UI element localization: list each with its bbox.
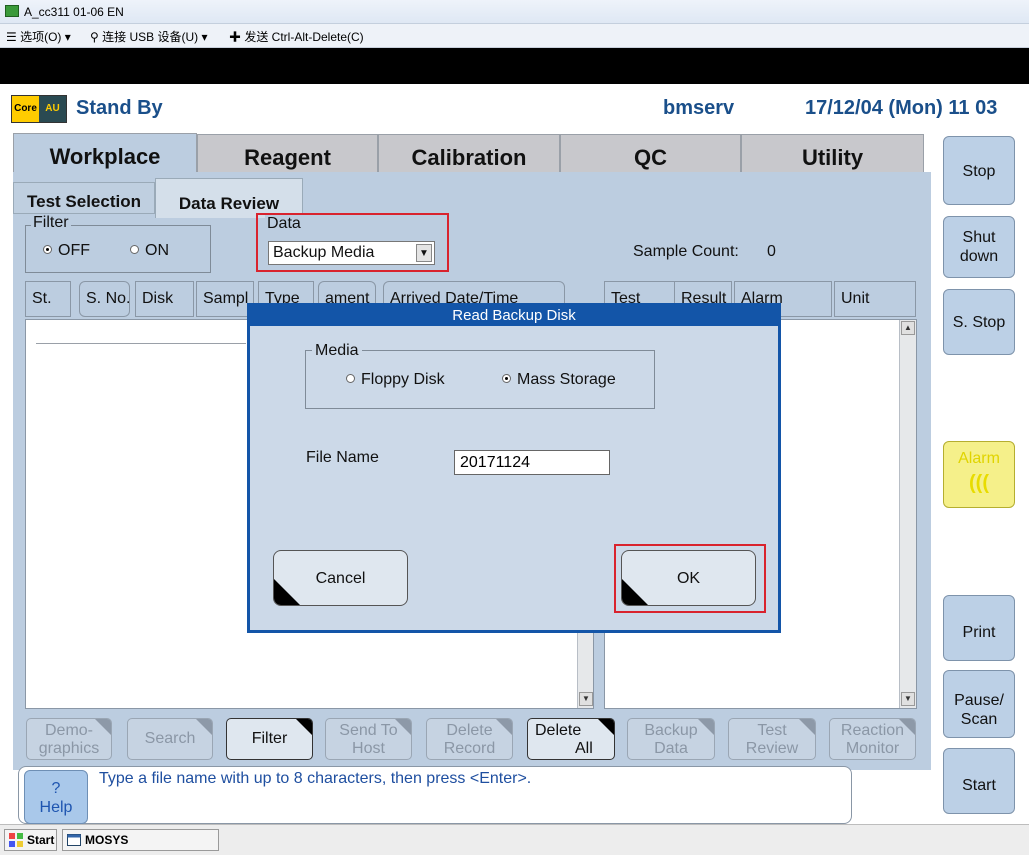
window-title: A_cc311 01-06 EN bbox=[24, 5, 124, 19]
alarm-button[interactable]: Alarm ((( bbox=[943, 441, 1015, 508]
reaction-monitor-button[interactable]: Reaction Monitor bbox=[829, 718, 916, 760]
floppy-dot bbox=[346, 374, 355, 383]
list-divider bbox=[36, 343, 246, 344]
backup-data-button[interactable]: Backup Data bbox=[627, 718, 715, 760]
windows-icon bbox=[9, 833, 23, 847]
help-label: Help bbox=[39, 799, 73, 816]
col-sno[interactable]: S. No. bbox=[79, 281, 130, 317]
highlight-data-select bbox=[256, 213, 449, 272]
pause-line2: Scan bbox=[960, 711, 998, 728]
delete-record-button[interactable]: Delete Record bbox=[426, 718, 513, 760]
taskbar-app-mosys[interactable]: MOSYS bbox=[62, 829, 219, 851]
floppy-disk-radio[interactable]: Floppy Disk bbox=[346, 371, 445, 389]
tab-calibration[interactable]: Calibration bbox=[378, 134, 560, 172]
shutdown-line2: down bbox=[959, 248, 999, 265]
tab-utility[interactable]: Utility bbox=[741, 134, 924, 172]
send-host-line2: Host bbox=[352, 740, 385, 757]
subtab-data-review[interactable]: Data Review bbox=[155, 178, 303, 218]
demographics-line2: graphics bbox=[38, 740, 100, 757]
filter-off-label: OFF bbox=[58, 242, 90, 259]
menu-send-cad[interactable]: ✚ 发送 Ctrl-Alt-Delete(C) bbox=[229, 28, 364, 45]
subtab-test-selection[interactable]: Test Selection bbox=[13, 182, 155, 214]
test-review-line2: Review bbox=[745, 740, 799, 757]
floppy-label: Floppy Disk bbox=[361, 371, 445, 388]
shutdown-line1: Shut bbox=[962, 229, 996, 246]
filter-button-label: Filter bbox=[251, 730, 288, 747]
pause-line1: Pause/ bbox=[954, 692, 1004, 709]
delete-record-line2: Record bbox=[443, 740, 496, 757]
filter-label: Filter bbox=[31, 214, 71, 232]
scroll-up-icon[interactable]: ▲ bbox=[901, 321, 915, 335]
search-label: Search bbox=[144, 730, 196, 747]
app-icon bbox=[5, 5, 19, 17]
alarm-label: Alarm bbox=[958, 450, 1000, 467]
reaction-monitor-line2: Monitor bbox=[845, 740, 900, 757]
start-label: Start bbox=[27, 833, 55, 847]
filter-button[interactable]: Filter bbox=[226, 718, 313, 760]
shutdown-button[interactable]: Shut down bbox=[943, 216, 1015, 278]
taskbar-app-label: MOSYS bbox=[85, 833, 129, 847]
pause-scan-button[interactable]: Pause/Scan bbox=[943, 670, 1015, 738]
black-band bbox=[0, 48, 1029, 84]
help-button[interactable]: ? Help bbox=[24, 770, 88, 824]
window-titlebar: A_cc311 01-06 EN bbox=[0, 0, 1029, 24]
sample-count-label: Sample Count: bbox=[633, 243, 739, 260]
print-button[interactable]: Print bbox=[943, 595, 1015, 661]
logo-left: Core bbox=[12, 96, 39, 122]
col-unit[interactable]: Unit bbox=[834, 281, 916, 317]
dialog-title: Read Backup Disk bbox=[250, 306, 778, 326]
window-icon bbox=[67, 834, 81, 846]
sample-count-value: 0 bbox=[767, 243, 776, 260]
col-st[interactable]: St. bbox=[25, 281, 71, 317]
media-label: Media bbox=[312, 342, 362, 360]
help-icon: ? bbox=[51, 780, 61, 797]
scroll-down-icon[interactable]: ▼ bbox=[579, 692, 593, 706]
cancel-label: Cancel bbox=[315, 570, 366, 587]
filter-on-radio[interactable]: ON bbox=[130, 242, 169, 260]
taskbar: Start MOSYS bbox=[0, 824, 1029, 855]
result-list-scrollbar[interactable]: ▲ ▼ bbox=[899, 320, 916, 708]
mass-dot bbox=[502, 374, 511, 383]
menu-usb[interactable]: ⚲ 连接 USB 设备(U) ▾ bbox=[90, 28, 208, 45]
file-name-label: File Name bbox=[306, 449, 379, 466]
filter-on-label: ON bbox=[145, 242, 169, 259]
col-sample[interactable]: Sampl bbox=[196, 281, 254, 317]
filter-off-radio[interactable]: OFF bbox=[43, 242, 90, 260]
start-button[interactable]: Start bbox=[943, 748, 1015, 814]
highlight-ok-button bbox=[614, 544, 766, 613]
menu-options-label: 选项(O) bbox=[20, 30, 62, 44]
test-review-button[interactable]: Test Review bbox=[728, 718, 816, 760]
menu-usb-label: 连接 USB 设备(U) bbox=[102, 30, 199, 44]
file-name-input[interactable] bbox=[454, 450, 610, 475]
logo: Core AU bbox=[11, 95, 67, 123]
menu-options[interactable]: ☰ 选项(O) ▾ bbox=[6, 28, 71, 45]
delete-all-line2: All bbox=[575, 740, 593, 757]
user-label: bmserv bbox=[663, 97, 735, 119]
tab-qc[interactable]: QC bbox=[560, 134, 741, 172]
send-to-host-button[interactable]: Send To Host bbox=[325, 718, 412, 760]
col-disk[interactable]: Disk bbox=[135, 281, 194, 317]
mass-label: Mass Storage bbox=[517, 371, 616, 388]
start-menu-button[interactable]: Start bbox=[4, 829, 57, 851]
filter-off-dot bbox=[43, 245, 52, 254]
backup-data-line2: Data bbox=[654, 740, 688, 757]
filter-on-dot bbox=[130, 245, 139, 254]
status-label: Stand By bbox=[76, 97, 163, 119]
sstop-button[interactable]: S. Stop bbox=[943, 289, 1015, 355]
stop-button[interactable]: Stop bbox=[943, 136, 1015, 205]
delete-all-button[interactable]: Delete All bbox=[527, 718, 615, 760]
menu-send-cad-label: 发送 Ctrl-Alt-Delete(C) bbox=[244, 30, 364, 44]
scroll-down-icon[interactable]: ▼ bbox=[901, 692, 915, 706]
tab-reagent[interactable]: Reagent bbox=[197, 134, 378, 172]
tab-workplace[interactable]: Workplace bbox=[13, 133, 197, 173]
mass-storage-radio[interactable]: Mass Storage bbox=[502, 371, 616, 389]
datetime-label: 17/12/04 (Mon) 11 03 bbox=[805, 97, 998, 119]
alarm-sound-icon: ((( bbox=[969, 472, 989, 494]
message-text: Type a file name with up to 8 characters… bbox=[99, 770, 532, 787]
logo-right: AU bbox=[39, 96, 66, 122]
demographics-button[interactable]: Demo-graphics bbox=[26, 718, 112, 760]
search-button[interactable]: Search bbox=[127, 718, 213, 760]
cancel-button[interactable]: Cancel bbox=[273, 550, 408, 606]
remote-menubar: ☰ 选项(O) ▾ ⚲ 连接 USB 设备(U) ▾ ✚ 发送 Ctrl-Alt… bbox=[0, 24, 1029, 48]
